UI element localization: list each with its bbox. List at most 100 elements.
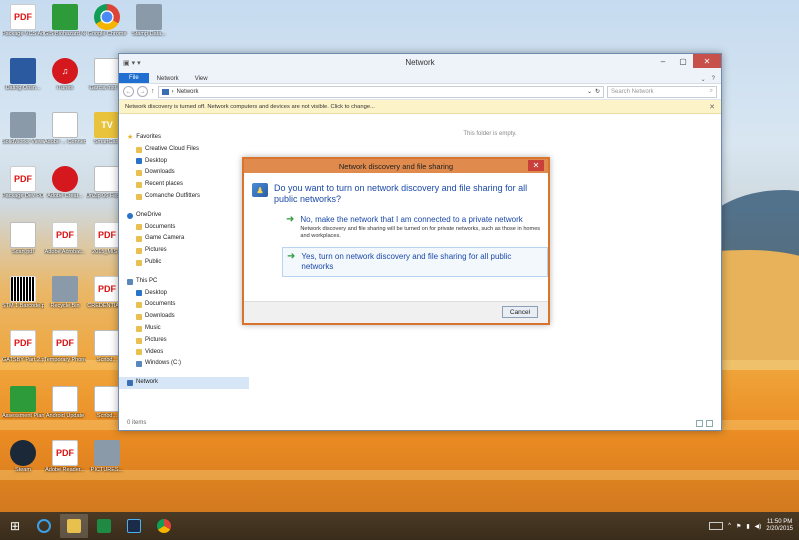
show-hidden-icons-icon[interactable]: ^ (728, 523, 731, 529)
desktop-icon[interactable]: Steam (2, 440, 44, 474)
refresh-icon[interactable]: ↻ (595, 88, 600, 95)
desktop-icon[interactable]: ♫ iTunes (44, 58, 86, 92)
desktop-icon[interactable]: PDFGATSBY Part 2.pdf (2, 330, 44, 364)
clock[interactable]: 11:50 PM 2/20/2015 (766, 519, 793, 533)
back-button[interactable]: ← (123, 86, 134, 97)
nav-item-label: Creative Cloud Files (145, 145, 200, 152)
nav-item[interactable]: Game Camera (127, 233, 251, 245)
desktop-icon[interactable]: PDFTemporary Phone Nu... (44, 330, 86, 364)
desktop-icon[interactable]: Adobe ... Connect (44, 112, 86, 146)
nav-item[interactable]: Videos (127, 347, 251, 359)
desktop-icon[interactable]: PDF Adobe Reader... (44, 440, 86, 474)
clock-date: 2/20/2015 (766, 526, 793, 532)
network-discovery-info-bar[interactable]: Network discovery is turned off. Network… (119, 100, 721, 114)
nav-item-label: Windows (C:) (145, 360, 182, 367)
desktop-icon[interactable]: PDFPackage VCS Ad... v1.pdf (2, 4, 44, 38)
flag-icon[interactable]: ⚑ (736, 523, 741, 530)
nav-item-label: Desktop (145, 289, 168, 296)
network-tray-icon[interactable]: ▮ (746, 523, 749, 530)
window-controls: – ▢ ✕ (653, 54, 721, 68)
desktop-icon-label: GATSBY Part 2.pdf (2, 357, 44, 363)
gray-file-icon (10, 112, 36, 138)
minimize-button[interactable]: – (653, 54, 673, 68)
search-icon: ⌕ (709, 88, 713, 94)
large-icons-view-icon[interactable] (706, 419, 713, 427)
network-discovery-dialog: Network discovery and file sharing ✕ ♟ D… (242, 157, 550, 325)
info-bar-close-icon[interactable]: ✕ (709, 103, 715, 111)
address-bar[interactable]: › Network ⌄ ↻ (157, 85, 604, 98)
desktop-icon[interactable]: Android Update (44, 386, 86, 420)
barcode-file-icon (10, 276, 36, 302)
nav-item[interactable]: This PC (127, 276, 251, 288)
desktop-icon[interactable]: Google Chrome (86, 4, 128, 38)
desktop-icon[interactable]: PDFPackage Dev PO 10-14.pdf (2, 166, 44, 200)
close-button[interactable]: ✕ (693, 54, 721, 68)
maximize-button[interactable]: ▢ (673, 54, 693, 68)
nav-item[interactable]: Creative Cloud Files (127, 144, 251, 156)
help-icon[interactable]: ? (712, 76, 715, 83)
taskbar-internet-explorer[interactable] (30, 514, 58, 538)
desktop-icon[interactable]: Scan.pdf (2, 222, 44, 256)
desktop-icon-label: Adobe Acrobat... (44, 249, 86, 255)
desktop-icon[interactable]: SolidWorks Viewer (2, 112, 44, 146)
blue-icon (136, 158, 142, 165)
nav-item[interactable]: Pictures (127, 245, 251, 257)
title-bar[interactable]: ▣ ▾ ▾ Network – ▢ ✕ (119, 54, 721, 72)
nav-item[interactable]: Desktop (127, 288, 251, 300)
desktop-icon[interactable]: STM 1 Barcode.png (2, 276, 44, 310)
nav-item[interactable]: Public (127, 257, 251, 269)
info-bar-text[interactable]: Network discovery is turned off. Network… (125, 104, 375, 110)
nav-item[interactable]: Desktop (127, 156, 251, 168)
forward-button[interactable]: → (137, 86, 148, 97)
nav-item[interactable]: Pictures (127, 335, 251, 347)
gray-file-icon (52, 276, 78, 302)
up-button[interactable]: ↑ (151, 88, 155, 95)
pc-icon (136, 361, 142, 368)
desktop-icon[interactable]: PDF Adobe Acrobat... (44, 222, 86, 256)
tab-network[interactable]: Network (149, 75, 187, 83)
taskbar-excel[interactable] (90, 514, 118, 538)
expand-ribbon-icon[interactable]: ⌄ (701, 76, 706, 83)
taskbar-photoshop[interactable] (120, 514, 148, 538)
taskbar-file-explorer[interactable] (60, 514, 88, 538)
volume-icon[interactable]: ◀) (755, 523, 762, 530)
search-input[interactable]: Search Network ⌕ (607, 85, 717, 98)
start-button[interactable]: ⊞ (0, 512, 30, 540)
taskbar-chrome[interactable] (150, 514, 178, 538)
option-public-networks[interactable]: ➜ Yes, turn on network discovery and fil… (282, 247, 548, 277)
desktop-icon-label: Package Dev PO 10-14.pdf (2, 193, 44, 199)
keyboard-icon[interactable] (709, 522, 724, 530)
network-icon (161, 88, 169, 95)
nav-item[interactable]: Music (127, 323, 251, 335)
desktop-icon[interactable]: Adobe Creat... (44, 166, 86, 200)
nav-item[interactable]: Downloads (127, 311, 251, 323)
nav-item[interactable]: OneDrive (127, 210, 251, 222)
nav-item[interactable]: Documents (127, 299, 251, 311)
nav-item[interactable]: Documents (127, 222, 251, 234)
nav-item[interactable]: Downloads (127, 167, 251, 179)
cancel-button[interactable]: Cancel (502, 306, 538, 318)
nav-item[interactable]: ★ Favorites (127, 132, 251, 144)
nav-item-label: Downloads (145, 313, 175, 320)
tab-view[interactable]: View (187, 75, 216, 83)
address-dropdown-icon[interactable]: ⌄ (587, 88, 592, 95)
desktop-icon-label: Adobe ... Connect (44, 139, 86, 145)
question-text: Do you want to turn on network discovery… (274, 183, 528, 204)
desktop-icon[interactable]: Stamp Data... (128, 4, 170, 38)
details-view-icon[interactable] (696, 419, 703, 427)
desktop-icon[interactable]: Assessment Planner (2, 386, 44, 420)
nav-item[interactable]: Recent places (127, 179, 251, 191)
desktop-icon[interactable]: Recycle Bin (44, 276, 86, 310)
option-private-network[interactable]: ➜ No, make the network that I am connect… (282, 211, 548, 244)
desktop-icon[interactable]: GIS Biohazard Nov 2013 (44, 4, 86, 38)
nav-item[interactable]: Windows (C:) (127, 358, 251, 370)
nav-item[interactable]: Network (119, 377, 249, 389)
desktop-icon[interactable]: Dating Onlin... (2, 58, 44, 92)
dialog-close-button[interactable]: ✕ (528, 160, 544, 171)
nav-item[interactable]: Comanche Outfitters (127, 191, 251, 203)
breadcrumb-network[interactable]: Network (177, 89, 199, 95)
ribbon-tabs: File Network View ⌄ ? (119, 72, 721, 84)
tab-file[interactable]: File (119, 73, 149, 83)
dialog-title-bar[interactable]: Network discovery and file sharing ✕ (244, 159, 548, 173)
desktop-icon[interactable]: PICTURES... (86, 440, 128, 474)
